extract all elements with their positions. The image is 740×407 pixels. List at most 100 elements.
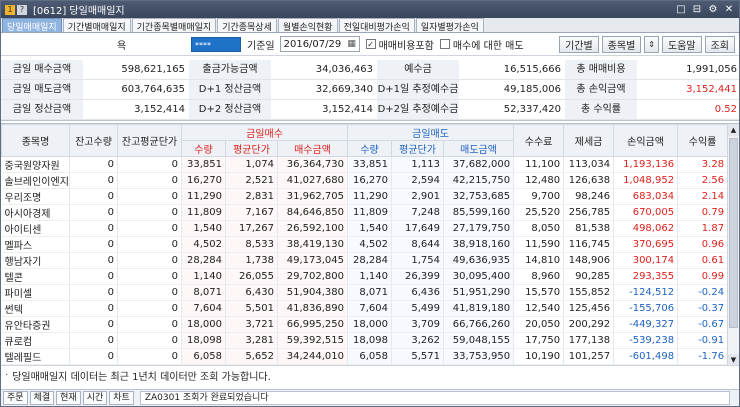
summary-label: 금일 매수금액 (1, 60, 83, 80)
updown-icon[interactable]: ⇕ (644, 35, 659, 53)
cell-pnl: 498,062 (613, 220, 679, 237)
table-row[interactable]: 중국원양자원 0 0 33,851 1,074 36,364,730 33,851 1,113… (1, 156, 729, 173)
table-row[interactable]: 파미셀 0 0 8,071 6,430 51,904,380 8,071 6,436 51,95… (1, 284, 729, 301)
cell-pnl: -601,498 (613, 348, 679, 365)
cell-rate: 0.96 (677, 236, 729, 253)
tab-period-stock-journal[interactable]: 기간종목별매매일지 (131, 18, 217, 33)
checkbox-unchecked-icon[interactable] (439, 39, 450, 49)
scroll-down-icon[interactable]: ▼ (728, 354, 739, 365)
table-row[interactable]: 아시아경제 0 0 11,809 7,167 84,646,850 11,809 7,248 8… (1, 204, 729, 221)
table-row[interactable]: 텔레필드 0 0 6,058 5,652 34,244,010 6,058 5,571 33,7… (1, 348, 729, 365)
cell-sell-avg: 6,436 (391, 284, 445, 301)
checkbox-checked-icon[interactable]: ✓ (365, 39, 376, 49)
cell-name: 유안타증권 (1, 316, 70, 333)
table-row[interactable]: 멜파스 0 0 4,502 8,533 38,419,130 4,502 8,644 38,91… (1, 236, 729, 253)
cell-sell-amount: 30,095,400 (443, 268, 515, 285)
summary-value: 34,036,463 (271, 60, 377, 80)
close-icon[interactable]: ✕ (723, 4, 735, 15)
tab-prev-day-valuation[interactable]: 전일대비평가손익 (338, 18, 415, 33)
stock-button[interactable]: 종목별 (601, 35, 642, 53)
cell-tax: 177,138 (563, 332, 615, 349)
cell-hold-qty: 0 (69, 156, 118, 173)
cell-sell-avg: 3,709 (391, 316, 445, 333)
table-row[interactable]: 텔콘 0 0 1,140 26,055 29,702,800 1,140 26,399 30,0… (1, 268, 729, 285)
calendar-icon[interactable]: ▦ (345, 37, 359, 51)
tab-daily-valuation[interactable]: 일자별평가손익 (415, 18, 484, 33)
table-row[interactable]: 우리조명 0 0 11,290 2,831 31,962,705 11,290 2,901 32… (1, 188, 729, 205)
cell-tax: 126,638 (563, 172, 615, 189)
order-button[interactable]: 주문 (3, 391, 28, 405)
current-price-button[interactable]: 현재 (56, 391, 81, 405)
col-header-buy-group: 금일매수 (180, 124, 349, 141)
col-header-hold-qty[interactable]: 잔고수량 (69, 124, 118, 157)
tab-bar: 당일매매일지 기간별매매일지 기간종목별매매일지 기간종목상세 월별손익현황 전… (1, 18, 739, 33)
tab-period-stock-detail[interactable]: 기간종목상세 (217, 18, 277, 33)
col-header-sell-amount[interactable]: 매도금액 (443, 140, 515, 157)
trade-table-container: 종목명 잔고수량 잔고평균단가 금일매수 금일매도 수수료 제세금 손익금액 수… (1, 123, 739, 365)
cell-sell-avg: 8,644 (391, 236, 445, 253)
scroll-up-icon[interactable]: ▲ (728, 124, 739, 136)
help-question-icon[interactable]: ? (17, 4, 27, 15)
summary-label: 출금가능금액 (189, 60, 271, 80)
summary-label: 총 수익률 (565, 100, 637, 120)
vertical-scrollbar[interactable]: ▲ ▼ (727, 124, 739, 365)
settings-icon[interactable]: ⚙ (707, 4, 719, 15)
fee-include-checkbox[interactable]: ✓ 매매비용포함 (365, 37, 434, 52)
cell-sell-qty: 1,140 (347, 268, 393, 285)
col-header-sell-avg[interactable]: 평균단가 (391, 140, 445, 157)
cell-hold-avg: 0 (117, 236, 182, 253)
cell-tax: 81,538 (563, 220, 615, 237)
col-header-pnl[interactable]: 손익금액 (613, 124, 679, 157)
col-header-name[interactable]: 종목명 (1, 124, 70, 157)
cell-hold-avg: 0 (117, 300, 182, 317)
summary-value: 598,621,165 (83, 60, 189, 80)
tab-daily-journal[interactable]: 당일매매일지 (2, 18, 62, 33)
col-header-buy-avg[interactable]: 평균단가 (225, 140, 278, 157)
col-header-buy-qty[interactable]: 수량 (181, 140, 226, 157)
summary-value: 3,152,414 (83, 100, 189, 120)
cell-name: 큐로컴 (1, 332, 70, 349)
table-row[interactable]: 아이티센 0 0 1,540 17,267 26,592,100 1,540 17,649 27… (1, 220, 729, 237)
cell-fee: 8,050 (513, 220, 565, 237)
table-row[interactable]: 행남자기 0 0 28,284 1,738 49,173,045 28,284 1,754 49… (1, 252, 729, 269)
execution-button[interactable]: 체결 (29, 391, 55, 405)
table-row[interactable]: 유안타증권 0 0 18,000 3,721 66,995,250 18,000 3,709 6… (1, 316, 729, 333)
table-row[interactable]: 솔브레인이엔지 0 0 16,270 2,521 41,027,680 16,270 2,59… (1, 172, 729, 189)
title-bar: 1 ? [0612] 당일매매일지 □ ⊟ ⚙ ✕ (1, 1, 739, 18)
sell-for-buy-checkbox[interactable]: 매수에 대한 매도 (439, 37, 524, 52)
cell-name: 텔콘 (1, 268, 70, 285)
search-button[interactable]: 조회 (704, 35, 735, 53)
cell-name: 우리조명 (1, 188, 70, 205)
cell-buy-amount: 34,244,010 (277, 348, 349, 365)
time-button[interactable]: 시간 (82, 391, 108, 405)
col-header-buy-amount[interactable]: 매수금액 (276, 140, 349, 157)
table-row[interactable]: 큐로컴 0 0 18,098 3,281 59,392,515 18,098 3,262 59,… (1, 332, 729, 349)
scroll-thumb[interactable] (729, 138, 738, 328)
date-field[interactable]: 2016/07/29 ▦ (279, 36, 360, 52)
status-bar: 주문 체결 현재 시간 차트 ZA0301 조회가 완료되었습니다 (1, 389, 739, 406)
password-field[interactable]: **** (191, 36, 241, 52)
help-button[interactable]: 도움말 (661, 35, 702, 53)
cell-hold-qty: 0 (69, 204, 118, 221)
info-note-text: 당일매매일지 데이터는 최근 1년치 데이터만 조회 가능합니다. (12, 372, 271, 383)
col-header-sell-qty[interactable]: 수량 (347, 140, 393, 157)
cell-tax: 90,285 (563, 268, 615, 285)
col-header-fee[interactable]: 수수료 (513, 124, 565, 157)
minimize-icon[interactable]: ⊟ (691, 4, 703, 15)
col-header-tax[interactable]: 제세금 (563, 124, 615, 157)
cell-sell-amount: 49,636,935 (443, 252, 515, 269)
cell-buy-qty: 18,000 (181, 316, 226, 333)
tab-period-journal[interactable]: 기간별매매일지 (62, 18, 131, 33)
cell-sell-amount: 42,215,750 (443, 172, 515, 189)
cell-buy-qty: 11,290 (181, 188, 226, 205)
chart-button[interactable]: 차트 (109, 391, 134, 405)
col-header-rate[interactable]: 수익률 (677, 124, 729, 157)
summary-value: 16,515,666 (459, 60, 565, 80)
table-row[interactable]: 썬텍 0 0 7,604 5,501 41,836,890 7,604 5,499 41,819… (1, 300, 729, 317)
col-header-hold-avg[interactable]: 잔고평균단가 (117, 124, 182, 157)
cell-fee: 12,540 (513, 300, 565, 317)
period-button[interactable]: 기간별 (559, 35, 599, 53)
restore-icon[interactable]: □ (675, 4, 687, 15)
tab-monthly-pnl[interactable]: 월별손익현황 (277, 18, 338, 33)
account-label: 욕 (117, 40, 127, 52)
